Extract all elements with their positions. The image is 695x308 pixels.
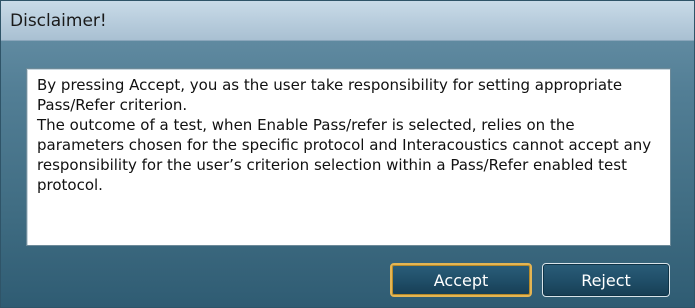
title-bar: Disclaimer! [1, 1, 694, 41]
accept-button-label: Accept [433, 270, 489, 290]
reject-button-label: Reject [581, 270, 631, 290]
reject-button[interactable]: Reject [542, 263, 670, 297]
dialog-title: Disclaimer! [10, 10, 107, 31]
accept-button[interactable]: Accept [390, 263, 532, 297]
disclaimer-message: By pressing Accept, you as the user take… [37, 76, 652, 194]
message-panel: By pressing Accept, you as the user take… [26, 68, 671, 246]
disclaimer-dialog: Disclaimer! By pressing Accept, you as t… [0, 0, 695, 308]
